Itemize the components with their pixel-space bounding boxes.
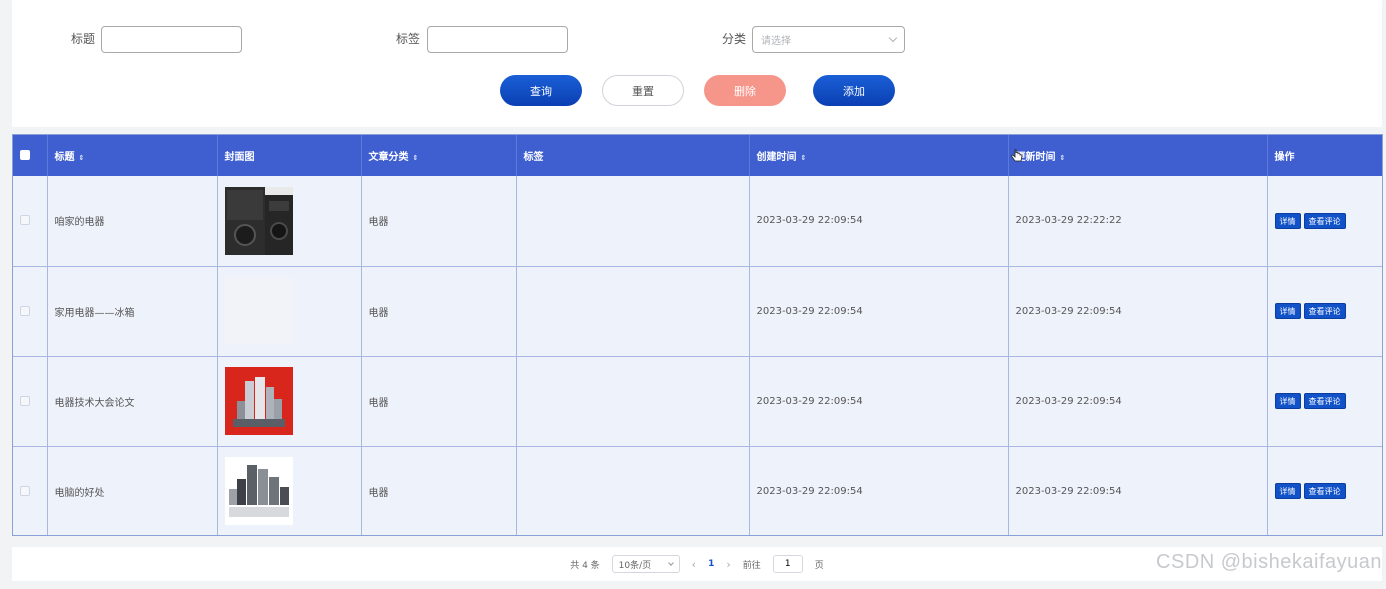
cell-category: 电器 [361,446,517,535]
cell-created: 2023-03-29 22:09:54 [749,176,1009,267]
chevron-down-icon [667,559,674,566]
tag-label: 标签 [396,32,421,46]
table-row: 电脑的好处 电器 2023-03-29 22:09:54 2023-03-29 … [13,446,1382,535]
detail-button[interactable]: 详情 [1274,483,1301,500]
cell-updated: 2023-03-29 22:22:22 [1008,176,1268,267]
cell-created: 2023-03-29 22:09:54 [749,356,1009,447]
next-page-icon[interactable]: › [726,558,730,571]
cover-image [224,457,293,526]
view-comments-button[interactable]: 查看评论 [1303,303,1346,319]
cover-image [224,277,293,345]
tag-input[interactable] [427,26,568,53]
watermark: CSDN @bishekaifayuan [1156,551,1382,573]
cell-title: 电器技术大会论文 [47,356,218,447]
detail-button[interactable]: 详情 [1274,212,1301,229]
cover-image [224,186,293,255]
row-checkbox[interactable] [20,485,30,496]
column-header-actions: 操作 [1267,135,1382,176]
cell-cover [217,446,362,535]
table-row: 咱家的电器 电器 2023-03-29 22:09:54 2023-03-29 … [13,176,1382,267]
page-size-select[interactable]: 10条/页 [611,555,680,573]
query-button[interactable]: 查询 [500,75,582,106]
column-header-created[interactable]: 创建时间 ⇕ [749,135,1009,176]
column-header-tag: 标签 [516,135,750,176]
column-header-cover-label: 封面图 [224,152,255,163]
view-comments-button[interactable]: 查看评论 [1303,212,1346,229]
table-row: 家用电器——冰箱 电器 2023-03-29 22:09:54 2023-03-… [13,266,1382,357]
delete-button[interactable]: 删除 [704,75,786,106]
row-checkbox[interactable] [20,395,30,406]
view-comments-button[interactable]: 查看评论 [1303,393,1346,409]
hand-cursor-icon [1011,149,1023,162]
column-header-category-label: 文章分类 [368,152,409,163]
page-number-current[interactable]: 1 [708,559,714,569]
chevron-down-icon [888,33,898,43]
column-header-tag-label: 标签 [523,152,544,163]
page-suffix: 页 [814,560,824,571]
column-header-created-label: 创建时间 [756,152,797,163]
cell-cover [217,356,362,447]
cell-title: 电脑的好处 [47,446,218,535]
cell-actions: 详情 查看评论 [1267,356,1382,447]
add-button[interactable]: 添加 [813,75,895,106]
goto-label: 前往 [742,560,761,571]
cell-actions: 详情 查看评论 [1267,176,1382,267]
sort-icon: ⇕ [412,154,419,162]
cell-cover [217,176,362,267]
column-header-title[interactable]: 标题 ⇕ [47,135,218,176]
row-checkbox[interactable] [20,215,30,226]
cell-tag [516,266,750,357]
category-select[interactable]: 请选择 [752,26,905,53]
cell-title: 家用电器——冰箱 [47,266,218,357]
title-label: 标题 [71,32,96,46]
prev-page-icon[interactable]: ‹ [692,558,696,571]
column-header-cover: 封面图 [217,135,362,176]
cell-tag [516,176,750,267]
search-panel: 标题 标签 分类 请选择 查询 重置 删除 添加 [12,0,1382,127]
page-size-value: 10条/页 [618,560,652,571]
cell-actions: 详情 查看评论 [1267,446,1382,535]
cell-updated: 2023-03-29 22:09:54 [1008,356,1268,447]
goto-page-input[interactable] [772,555,803,573]
reset-button[interactable]: 重置 [602,75,684,106]
category-placeholder: 请选择 [761,36,791,47]
detail-button[interactable]: 详情 [1274,303,1301,319]
table-row: 电器技术大会论文 电器 2023-03-29 22:09:54 2023-03-… [13,356,1382,447]
table-header-row: 标题 ⇕ 封面图 文章分类 ⇕ 标签 创建时间 ⇕ 更新时间 ⇕ 操作 [13,135,1382,176]
cell-category: 电器 [361,176,517,267]
total-count: 共 4 条 [570,560,600,571]
category-label: 分类 [722,32,747,46]
cover-image [224,367,293,435]
cell-tag [516,356,750,447]
select-all-checkbox[interactable] [20,150,30,160]
cell-updated: 2023-03-29 22:09:54 [1008,446,1268,535]
cell-title: 咱家的电器 [47,176,218,267]
cell-created: 2023-03-29 22:09:54 [749,266,1009,357]
article-table: 标题 ⇕ 封面图 文章分类 ⇕ 标签 创建时间 ⇕ 更新时间 ⇕ 操作 咱家的电器 [12,134,1383,536]
cell-category: 电器 [361,266,517,357]
view-comments-button[interactable]: 查看评论 [1303,483,1346,500]
title-input[interactable] [101,26,242,53]
column-header-category[interactable]: 文章分类 ⇕ [361,135,517,176]
detail-button[interactable]: 详情 [1274,393,1301,409]
column-header-actions-label: 操作 [1274,152,1295,163]
column-header-updated[interactable]: 更新时间 ⇕ [1008,135,1268,176]
column-header-title-label: 标题 [54,152,75,163]
cell-cover [217,266,362,357]
cell-tag [516,446,750,535]
sort-icon: ⇕ [1059,154,1066,162]
row-checkbox[interactable] [20,305,30,316]
cell-actions: 详情 查看评论 [1267,266,1382,357]
cell-category: 电器 [361,356,517,447]
cell-created: 2023-03-29 22:09:54 [749,446,1009,535]
sort-icon: ⇕ [78,154,85,162]
sort-icon: ⇕ [800,154,807,162]
cell-updated: 2023-03-29 22:09:54 [1008,266,1268,357]
